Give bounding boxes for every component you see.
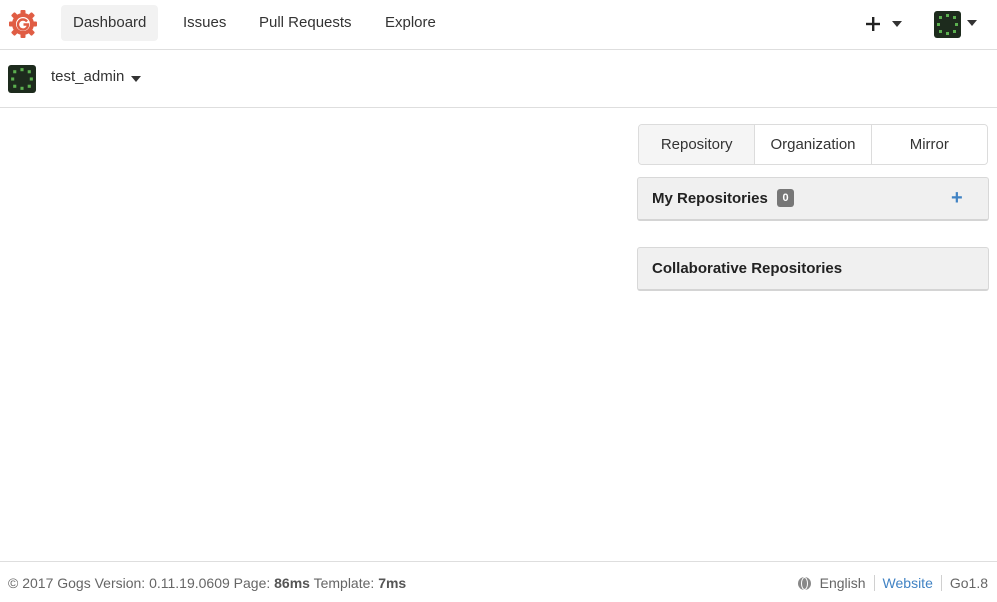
footer-version-info: © 2017 Gogs Version: 0.11.19.0609 Page: … [8, 575, 406, 591]
repo-count-badge: 0 [777, 189, 794, 207]
page-time: 86ms [274, 575, 310, 591]
template-time: 7ms [378, 575, 407, 591]
context-dashboard-bar: test_admin [0, 50, 997, 108]
repo-type-tabs: Repository Organization Mirror [638, 124, 988, 165]
website-link[interactable]: Website [883, 575, 933, 591]
nav-dashboard[interactable]: Dashboard [61, 5, 159, 41]
go-version: Go1.8 [949, 575, 988, 591]
top-navbar: Dashboard Issues Pull Requests Explore [0, 0, 997, 50]
collaborative-repositories-title: Collaborative Repositories [652, 260, 843, 277]
tab-repository[interactable]: Repository [639, 125, 756, 164]
collaborative-repositories-header: Collaborative Repositories [637, 247, 989, 291]
my-repositories-header: My Repositories 0 + [637, 177, 989, 221]
globe-icon [797, 576, 811, 590]
chevron-down-icon [892, 21, 902, 27]
tab-organization[interactable]: Organization [755, 125, 872, 164]
context-switcher-username[interactable]: test_admin [51, 68, 124, 85]
user-avatar-menu[interactable] [934, 11, 980, 39]
nav-explore[interactable]: Explore [373, 5, 448, 41]
footer-copyright: © 2017 Gogs Version: 0.11.19.0609 Page: [8, 575, 275, 591]
chevron-down-icon[interactable] [131, 76, 141, 82]
page-footer: © 2017 Gogs Version: 0.11.19.0609 Page: … [0, 561, 997, 602]
nav-issues[interactable]: Issues [171, 5, 238, 41]
divider [940, 575, 942, 591]
avatar [8, 65, 36, 93]
footer-template-label: Template: [309, 575, 379, 591]
language-selector[interactable]: English [820, 575, 866, 591]
avatar [934, 11, 961, 38]
add-repository-button[interactable]: + [951, 187, 963, 209]
gogs-logo-icon[interactable] [8, 9, 38, 39]
footer-links: English Website Go1.8 [797, 575, 988, 591]
create-menu-button[interactable] [862, 12, 908, 36]
plus-icon [866, 17, 880, 31]
nav-pull-requests[interactable]: Pull Requests [247, 5, 364, 41]
chevron-down-icon [967, 20, 977, 26]
divider [873, 575, 875, 591]
my-repositories-title: My Repositories [652, 190, 768, 207]
tab-mirror[interactable]: Mirror [871, 125, 987, 164]
